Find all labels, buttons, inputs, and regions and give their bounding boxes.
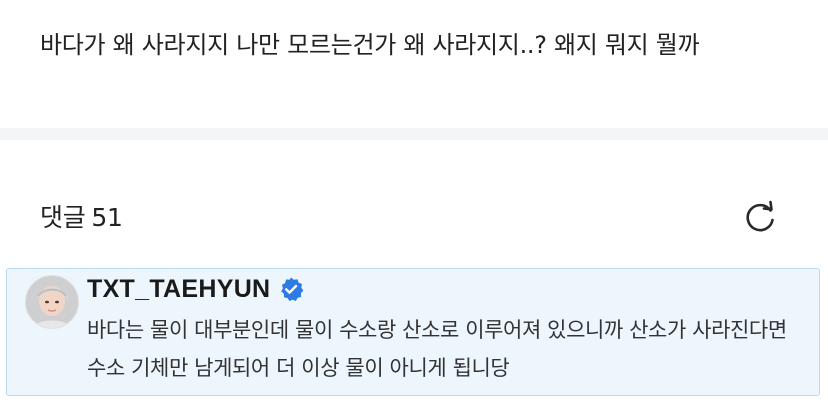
comments-header: 댓글 51: [0, 190, 828, 246]
comments-count: 51: [91, 203, 123, 232]
refresh-icon: [746, 200, 774, 232]
comments-title: 댓글 51: [40, 198, 123, 238]
verified-badge-icon: [281, 277, 304, 301]
post-body: 바다가 왜 사라지지 나만 모르는건가 왜 사라지지..? 왜지 뭐지 뭘까: [40, 31, 700, 59]
highlight-comment: TXT_TAEHYUN 바다는 물이 대부분인데 물이 수소랑 산소로 이루어져…: [6, 268, 820, 396]
author-name[interactable]: TXT_TAEHYUN: [87, 275, 270, 304]
comment-text: 바다는 물이 대부분인데 물이 수소랑 산소로 이루어져 있으니까 산소가 사라…: [87, 318, 787, 380]
avatar[interactable]: [25, 275, 79, 329]
avatar-image: [26, 276, 78, 328]
section-divider: [0, 128, 828, 140]
comments-label: 댓글: [40, 203, 86, 232]
refresh-button[interactable]: [738, 196, 782, 240]
author-row: TXT_TAEHYUN: [87, 271, 304, 307]
